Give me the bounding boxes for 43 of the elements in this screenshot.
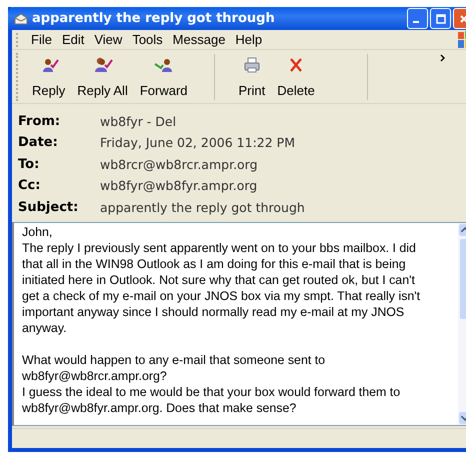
printer-icon (242, 56, 262, 73)
menu-item[interactable]: Message (168, 32, 230, 48)
people-arrow-icon (92, 56, 113, 73)
chevron-icon (440, 54, 446, 62)
header-label: From: (18, 114, 62, 129)
menu-item[interactable]: Edit (56, 32, 90, 48)
person-arrow-icon (154, 56, 174, 73)
text-line: initiated here in Outlook. Not sure why that can get routed ok, but I can't (22, 272, 416, 288)
close-icon (458, 14, 466, 24)
envelope-icon (14, 12, 28, 25)
maximize-button[interactable] (430, 8, 451, 30)
text-line: wb8fyr@wb8fyr.ampr.org. Does that make sense? (22, 400, 298, 416)
text-line: get a check of my e-mail on your JNOS box via my smpt. That really isn't (22, 288, 422, 304)
header-label: Date: (18, 135, 59, 150)
header-value: Friday, June 02, 2006 11:22 PM (100, 135, 295, 150)
toolbar-button[interactable]: Print (232, 52, 272, 101)
toolbar-button[interactable]: Reply All (71, 52, 134, 101)
maximize-icon (436, 14, 446, 24)
text-line: important anyway since I should normally read my e-mail at my JNOS (22, 304, 406, 320)
text-line: I guess the ideal to me would be that your box would forward them to (22, 384, 402, 400)
header-label: Subject: (18, 200, 80, 215)
menu-item[interactable]: Help (230, 32, 268, 48)
header-label: To: (18, 156, 40, 172)
toolbar-button[interactable]: Delete (271, 52, 321, 101)
header-value: wb8fyr - Del (100, 114, 176, 129)
header-value: apparently the reply got through (100, 200, 305, 215)
text-line: anyway. (22, 320, 68, 336)
text-line: What would happen to any e-mail that someone sent to (22, 352, 326, 368)
menu-item[interactable]: Tools (127, 32, 168, 48)
menu-item[interactable]: File (26, 32, 57, 48)
header-value: wb8fyr@wb8fyr.ampr.org (100, 178, 258, 194)
toolbar-button[interactable]: Reply (26, 52, 72, 101)
minimize-button[interactable] (407, 8, 428, 30)
header-value: wb8rcr@wb8rcr.ampr.org (100, 156, 258, 172)
header-label: Cc: (18, 178, 42, 194)
toolbar-button[interactable]: Forward (134, 52, 194, 101)
menu-item[interactable]: View (89, 32, 128, 48)
window-title: apparently the reply got through (32, 11, 276, 26)
text-line: wb8fyr@wb8rcr.ampr.org? (22, 368, 168, 384)
text-line: that all in the WIN98 Outlook as I am doing for this e-mail that is being (22, 256, 407, 272)
text-line: John, (22, 224, 54, 240)
minimize-icon (413, 20, 419, 23)
text-line: The reply I previously sent apparently went on to your bbs mailbox. I did (22, 240, 417, 256)
